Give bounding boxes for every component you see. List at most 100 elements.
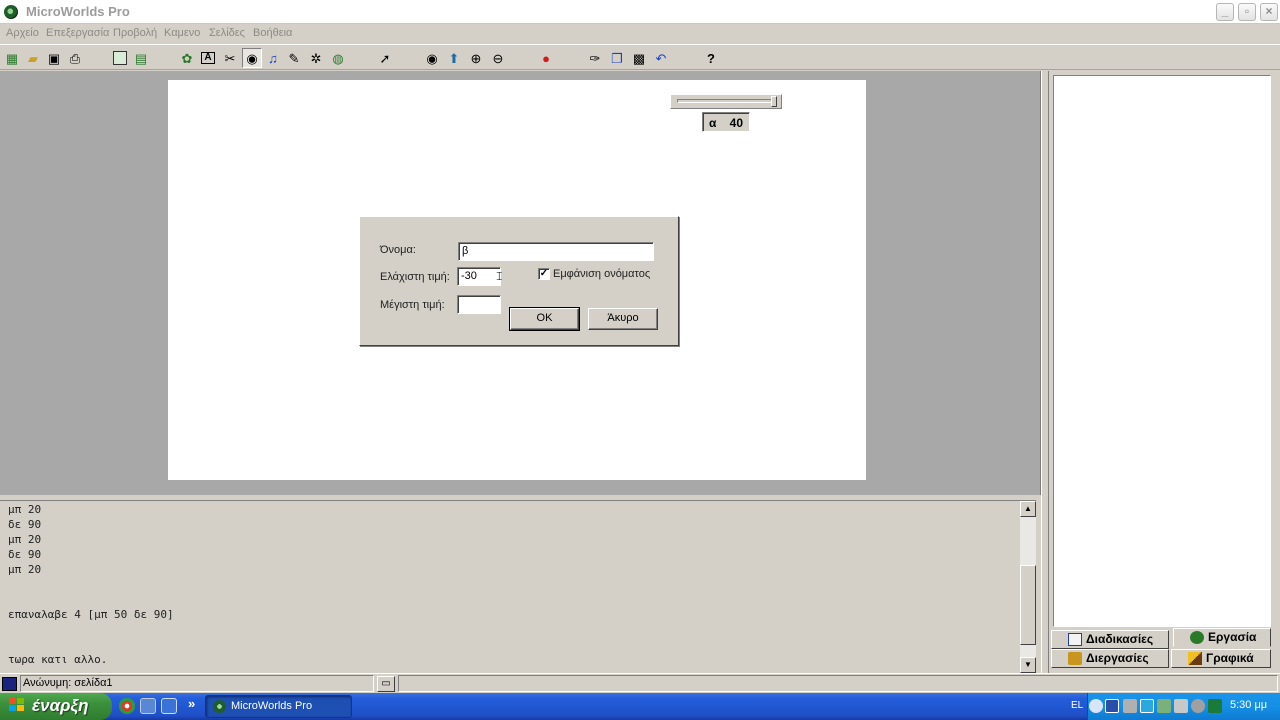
chrome-icon[interactable] [119, 698, 135, 714]
menu-text[interactable]: Καμενο [164, 27, 200, 39]
max-field[interactable] [457, 295, 501, 314]
language-indicator[interactable]: EL [1071, 700, 1083, 711]
slider-tool-icon[interactable]: ◉ [242, 48, 262, 68]
menu-pages[interactable]: Σελίδες [209, 27, 245, 39]
show-name-checkbox[interactable]: ✓ [538, 268, 550, 280]
show-desktop-icon[interactable] [140, 698, 156, 714]
tab-graphics[interactable]: Γραφικά [1171, 649, 1271, 668]
menu-bar: Αρχείο Επεξεργασία Προβολή Καμενο Σελίδε… [0, 24, 1280, 42]
zoom-in-icon[interactable]: ⊕ [466, 48, 486, 68]
tab-processes-label: Διεργασίες [1086, 651, 1149, 665]
command-line: μπ 20 [8, 563, 42, 576]
record-icon[interactable]: ◍ [328, 48, 348, 68]
procedures-area[interactable] [1053, 75, 1271, 627]
paste-icon[interactable]: ▩ [629, 48, 649, 68]
stop-icon[interactable]: ● [536, 48, 556, 68]
print-icon[interactable]: ⎙ [65, 48, 85, 68]
task-label: MicroWorlds Pro [231, 700, 313, 712]
slider-thumb[interactable] [771, 96, 777, 107]
task-microworlds[interactable]: MicroWorlds Pro [205, 695, 352, 718]
microworlds-task-icon [213, 700, 226, 713]
save-icon[interactable]: ▣ [44, 48, 64, 68]
status-panel [398, 675, 1278, 692]
undo-icon[interactable]: ↶ [651, 48, 671, 68]
paint-brush-icon[interactable]: ✎ [284, 48, 304, 68]
hatch-turtle-icon[interactable]: ✿ [177, 48, 197, 68]
start-label: έναρξη [32, 696, 89, 715]
min-label: Ελάχιστη τιμή: [380, 271, 450, 283]
tray-network-icon[interactable] [1123, 699, 1137, 713]
globe-icon [1190, 631, 1204, 644]
speech-bubble-icon[interactable]: ▭ [377, 676, 395, 692]
tray-app-icon[interactable] [1105, 699, 1119, 713]
command-line: δε 90 [8, 548, 42, 561]
stamp-icon[interactable]: ⬆ [444, 48, 464, 68]
page-view-icon[interactable] [110, 48, 130, 68]
cancel-button[interactable]: Άκυρο [588, 308, 658, 330]
music-icon[interactable]: ♫ [263, 48, 283, 68]
slider-dialog: Όνομα: β Ελάχιστη τιμή: -30 𝙸 ✓ Εμφάνιση… [359, 216, 679, 346]
menu-view[interactable]: Προβολή [113, 27, 157, 39]
tray-monitor-icon[interactable] [1140, 699, 1154, 713]
clock[interactable]: 5:30 μμ [1230, 699, 1267, 711]
quicklaunch-overflow-icon[interactable]: » [188, 696, 195, 711]
command-line: επαναλαβε 4 [μπ 50 δε 90] [8, 608, 174, 621]
video-icon[interactable]: ✲ [306, 48, 326, 68]
ok-button[interactable]: OK [509, 307, 580, 331]
tray-expand-icon[interactable] [1089, 699, 1103, 713]
title-bar: MicroWorlds Pro _ ▫ × [0, 0, 1280, 24]
command-center[interactable]: μπ 20 δε 90 μπ 20 δε 90 μπ 20 επαναλαβε … [0, 501, 1020, 673]
microworlds-app-icon[interactable] [4, 5, 18, 19]
slider-name: α [709, 116, 717, 130]
maximize-button[interactable]: ▫ [1238, 3, 1256, 21]
zoom-out-icon[interactable]: ⊖ [488, 48, 508, 68]
slider-alpha[interactable] [670, 94, 782, 109]
cut-icon[interactable]: ✑ [585, 48, 605, 68]
command-line: τωρα κατι αλλο. [8, 653, 108, 666]
vertical-splitter[interactable] [1041, 71, 1049, 673]
help-icon[interactable]: ? [701, 48, 721, 68]
start-button[interactable]: έναρξη [0, 693, 112, 720]
tray-clock-icon[interactable] [1191, 699, 1205, 713]
command-center-scrollbar[interactable]: ▲ ▼ [1020, 501, 1036, 673]
menu-file[interactable]: Αρχείο [6, 27, 39, 39]
minimize-button[interactable]: _ [1216, 3, 1234, 21]
book-icon [1068, 633, 1082, 646]
tray-security-icon[interactable] [1208, 699, 1222, 713]
scroll-down-icon[interactable]: ▼ [1020, 657, 1036, 673]
tab-project[interactable]: Εργασία [1173, 628, 1271, 647]
page-icon [2, 677, 17, 691]
list-view-icon[interactable]: ▤ [131, 48, 151, 68]
tab-graphics-label: Γραφικά [1206, 651, 1254, 665]
open-folder-icon[interactable]: ▰ [23, 48, 43, 68]
copy-icon[interactable]: ❐ [607, 48, 627, 68]
ie-icon[interactable] [161, 698, 177, 714]
tab-procedures[interactable]: Διαδικασίες [1051, 630, 1169, 649]
command-line: δε 90 [8, 518, 42, 531]
processes-icon [1068, 652, 1082, 665]
new-file-icon[interactable]: ▦ [2, 48, 22, 68]
taskbar: έναρξη » MicroWorlds Pro EL 5:30 μμ [0, 693, 1280, 720]
max-label: Μέγιστη τιμή: [380, 299, 445, 311]
slider-value: 40 [729, 116, 743, 130]
status-bar: Ανώνυμη: σελίδα1 ▭ [0, 673, 1280, 693]
eye-icon[interactable]: ◉ [422, 48, 442, 68]
slider-readout: α 40 [702, 112, 750, 132]
menu-edit[interactable]: Επεξεργασία [46, 27, 109, 39]
close-button[interactable]: × [1260, 3, 1278, 21]
menu-help[interactable]: Βοήθεια [253, 27, 292, 39]
scroll-thumb[interactable] [1020, 565, 1036, 645]
tab-processes[interactable]: Διεργασίες [1051, 649, 1169, 668]
paintbrush-icon [1188, 652, 1202, 665]
window-title: MicroWorlds Pro [26, 4, 130, 19]
tab-procedures-label: Διαδικασίες [1086, 632, 1154, 646]
tray-meter-icon[interactable] [1174, 699, 1188, 713]
text-box-icon[interactable]: A [198, 48, 218, 68]
name-field[interactable]: β [458, 242, 654, 261]
pointer-icon[interactable]: ➚ [375, 48, 395, 68]
tray-volume-icon[interactable] [1157, 699, 1171, 713]
scroll-up-icon[interactable]: ▲ [1020, 501, 1036, 517]
button-tool-icon[interactable]: ✂ [220, 48, 240, 68]
command-line: μπ 20 [8, 503, 42, 516]
tab-project-label: Εργασία [1208, 630, 1257, 644]
